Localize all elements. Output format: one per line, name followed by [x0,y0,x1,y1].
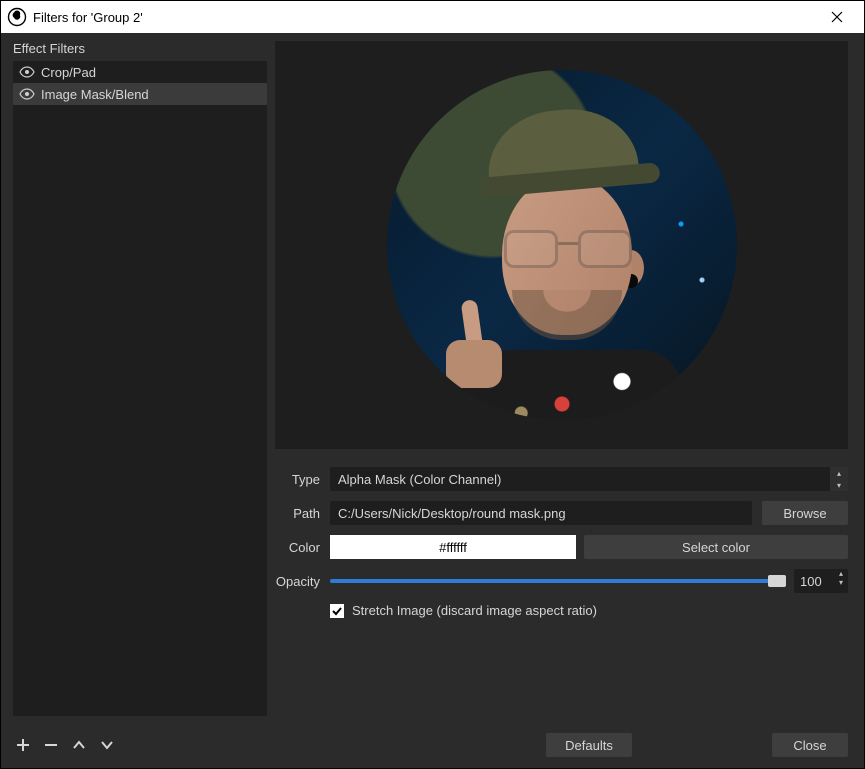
close-button[interactable]: Close [772,733,848,757]
chevron-up-icon [71,737,87,753]
chevron-down-icon [99,737,115,753]
preview-area [275,41,848,449]
move-filter-down-button[interactable] [97,735,117,755]
minus-icon [43,737,59,753]
type-label: Type [275,472,330,487]
color-value: #ffffff [439,540,467,555]
browse-button[interactable]: Browse [762,501,848,525]
filter-item-label: Crop/Pad [41,65,96,80]
chevron-up-icon[interactable]: ▴ [830,467,848,479]
chevron-down-icon[interactable]: ▾ [830,479,848,491]
add-filter-button[interactable] [13,735,33,755]
path-label: Path [275,506,330,521]
filter-list: Crop/Pad Image Mask/Blend [13,61,267,716]
opacity-value: 100 [800,574,822,589]
sidebar: Effect Filters Crop/Pad Image Mask/Blend [1,33,267,724]
content: Type Alpha Mask (Color Channel) ▴ ▾ Path… [267,33,864,724]
opacity-label: Opacity [275,574,330,589]
filter-item-image-mask-blend[interactable]: Image Mask/Blend [13,83,267,105]
main: Effect Filters Crop/Pad Image Mask/Blend [1,33,864,724]
window-title: Filters for 'Group 2' [33,10,818,25]
checkmark-icon [331,605,343,617]
titlebar: Filters for 'Group 2' [1,1,864,33]
window-close-button[interactable] [818,3,856,31]
type-select[interactable]: Alpha Mask (Color Channel) ▴ ▾ [330,467,848,491]
preview-image [387,70,737,420]
type-value: Alpha Mask (Color Channel) [338,472,501,487]
color-label: Color [275,540,330,555]
move-filter-up-button[interactable] [69,735,89,755]
plus-icon [15,737,31,753]
filter-item-crop-pad[interactable]: Crop/Pad [13,61,267,83]
select-color-button[interactable]: Select color [584,535,848,559]
stretch-image-checkbox[interactable] [330,604,344,618]
sidebar-header: Effect Filters [13,41,259,56]
color-swatch[interactable]: #ffffff [330,535,576,559]
chevron-up-icon[interactable]: ▴ [834,569,848,578]
opacity-value-input[interactable]: 100 ▴ ▾ [794,569,848,593]
app-icon [7,7,27,27]
visibility-icon[interactable] [19,86,35,102]
chevron-down-icon[interactable]: ▾ [834,578,848,587]
select-color-label: Select color [682,540,750,555]
bottombar: Defaults Close [1,724,864,766]
stretch-image-label: Stretch Image (discard image aspect rati… [352,603,597,618]
filter-item-label: Image Mask/Blend [41,87,149,102]
opacity-slider[interactable] [330,579,786,583]
path-input[interactable] [330,501,752,525]
close-icon [831,11,843,23]
defaults-button[interactable]: Defaults [546,733,632,757]
filter-settings: Type Alpha Mask (Color Channel) ▴ ▾ Path… [275,449,848,628]
visibility-icon[interactable] [19,64,35,80]
remove-filter-button[interactable] [41,735,61,755]
